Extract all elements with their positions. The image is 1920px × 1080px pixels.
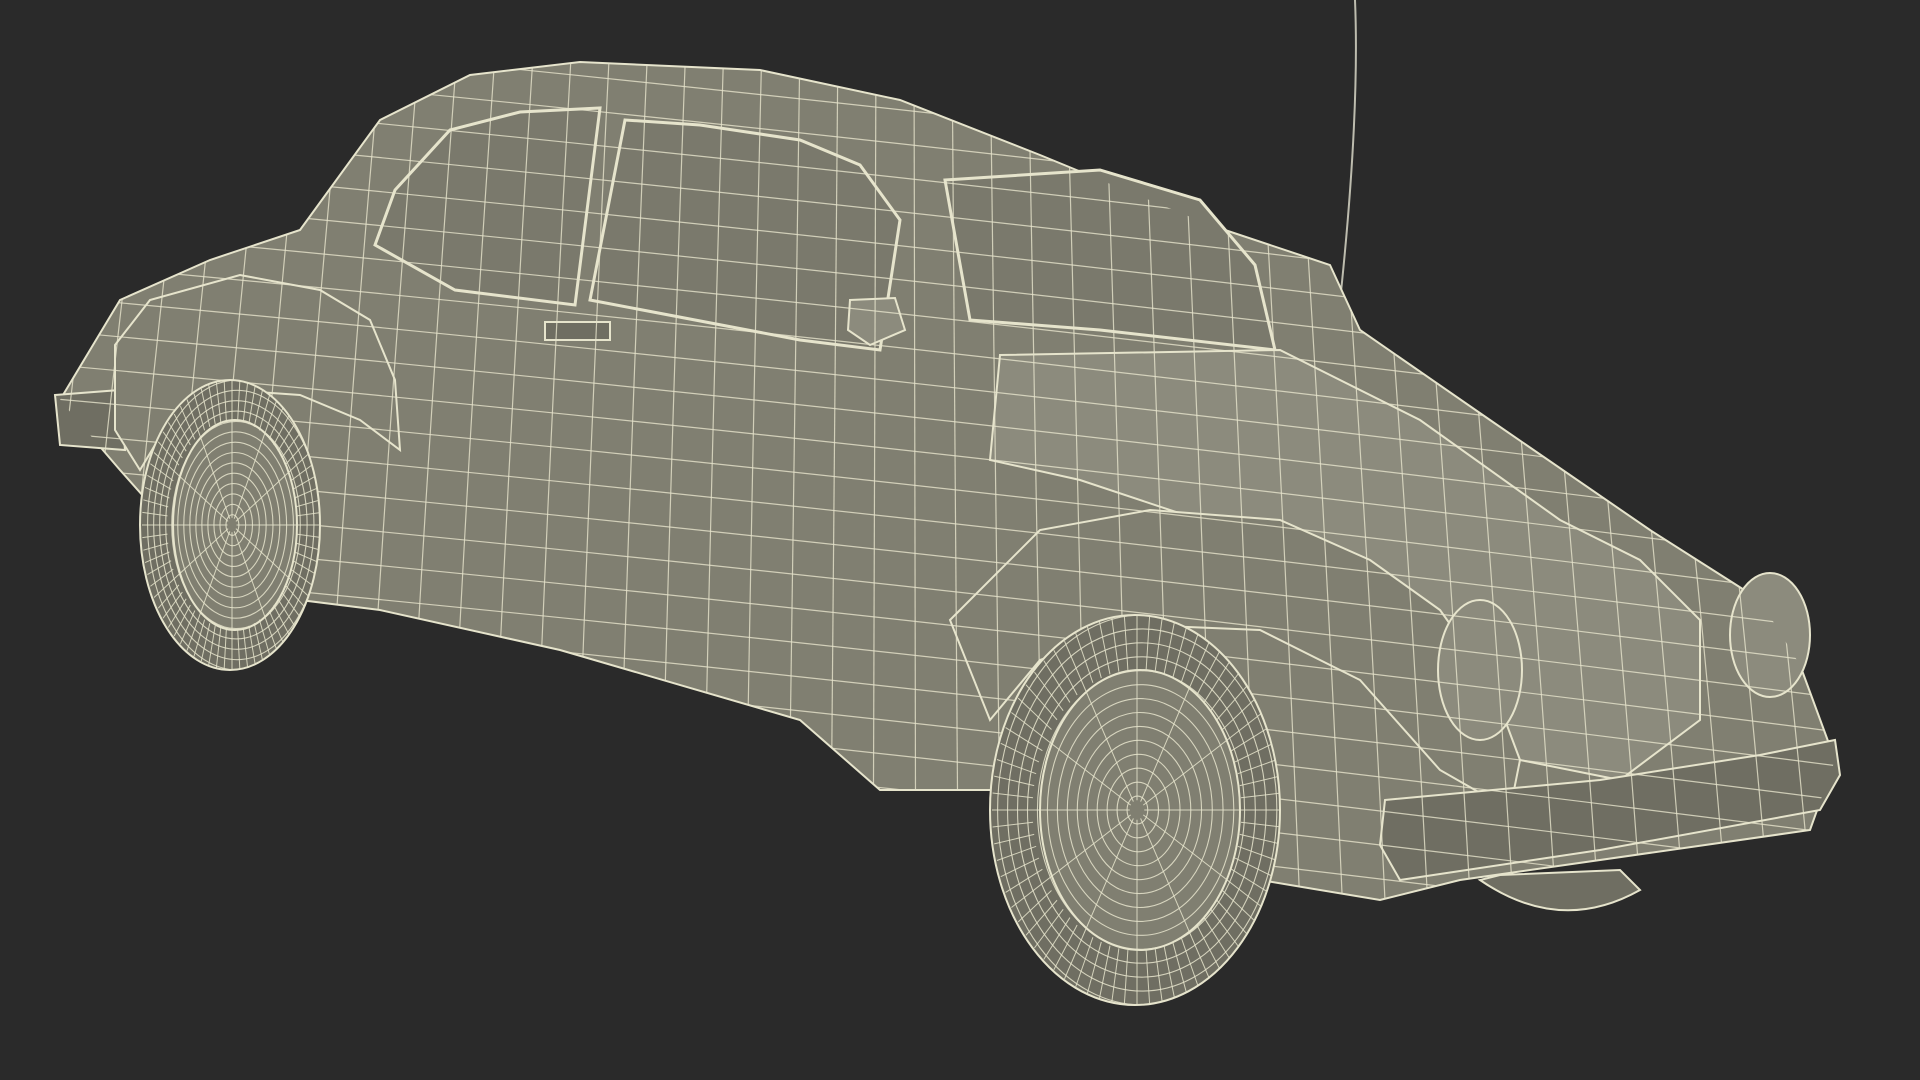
3d-viewport[interactable] [0,0,1920,1080]
wire-line [60,62,117,900]
door-handle [544,321,611,341]
headlight-right [1729,572,1811,698]
antenna [1337,0,1357,321]
windshield [943,168,1277,352]
wireframe-car-render [0,0,1842,1006]
wire-line [60,62,79,900]
wire-line [60,835,1835,900]
wire-line [60,62,155,900]
wire-line [0,40,40,950]
front-right-wheel [1477,868,1642,912]
headlight-left [1437,599,1523,741]
wire-line [1825,62,1835,900]
